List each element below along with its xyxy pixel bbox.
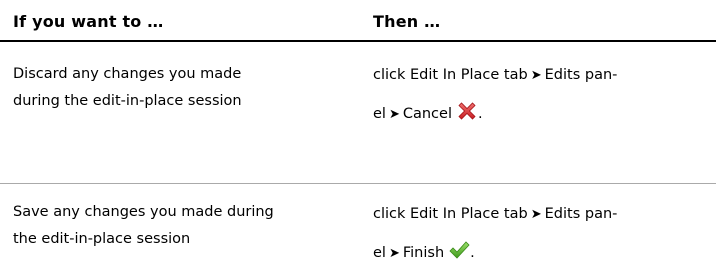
action-ribbon-panel: Edits pan-	[544, 67, 618, 83]
table-row: Discard any changes you made during the …	[0, 42, 716, 184]
finish-check-icon	[448, 238, 470, 276]
arrow-icon: ➤	[530, 68, 542, 83]
action-line: el ➤ Cancel.	[373, 95, 703, 137]
condition-line: Discard any changes you made	[13, 66, 242, 82]
action-command: Finish	[402, 245, 445, 261]
condition-cell: Save any changes you made during the edi…	[13, 199, 353, 253]
header-condition: If you want to …	[13, 12, 164, 31]
condition-cell: Discard any changes you made during the …	[13, 61, 353, 115]
header-action: Then …	[373, 12, 441, 31]
action-command: Cancel	[402, 106, 452, 122]
action-ribbon-panel-cont: el	[373, 245, 386, 261]
action-line: click Edit In Place tab ➤ Edits pan-	[373, 195, 703, 234]
cancel-x-icon	[456, 99, 478, 137]
action-ribbon-tab: click Edit In Place tab	[373, 67, 528, 83]
action-line: el ➤ Finish.	[373, 234, 703, 276]
action-line: click Edit In Place tab ➤ Edits pan-	[373, 56, 703, 95]
action-cell: click Edit In Place tab ➤ Edits pan- el ➤ Ca…	[373, 56, 703, 137]
condition-line: Save any changes you made during	[13, 204, 274, 220]
action-ribbon-panel-cont: el	[373, 106, 386, 122]
arrow-icon: ➤	[388, 107, 400, 122]
arrow-icon: ➤	[530, 207, 542, 222]
action-cell: click Edit In Place tab ➤ Edits pan- el ➤ Fi…	[373, 195, 703, 276]
action-ribbon-panel: Edits pan-	[544, 206, 618, 222]
table-row: Save any changes you made during the edi…	[0, 184, 716, 262]
period: .	[477, 106, 483, 122]
arrow-icon: ➤	[388, 246, 400, 261]
condition-line: the edit-in-place session	[13, 231, 191, 247]
action-ribbon-tab: click Edit In Place tab	[373, 206, 528, 222]
period: .	[470, 245, 475, 261]
condition-line: during the edit-in-place session	[13, 93, 242, 109]
table-header: If you want to … Then …	[0, 0, 716, 42]
instruction-table: If you want to … Then … Discard any chan…	[0, 0, 716, 262]
